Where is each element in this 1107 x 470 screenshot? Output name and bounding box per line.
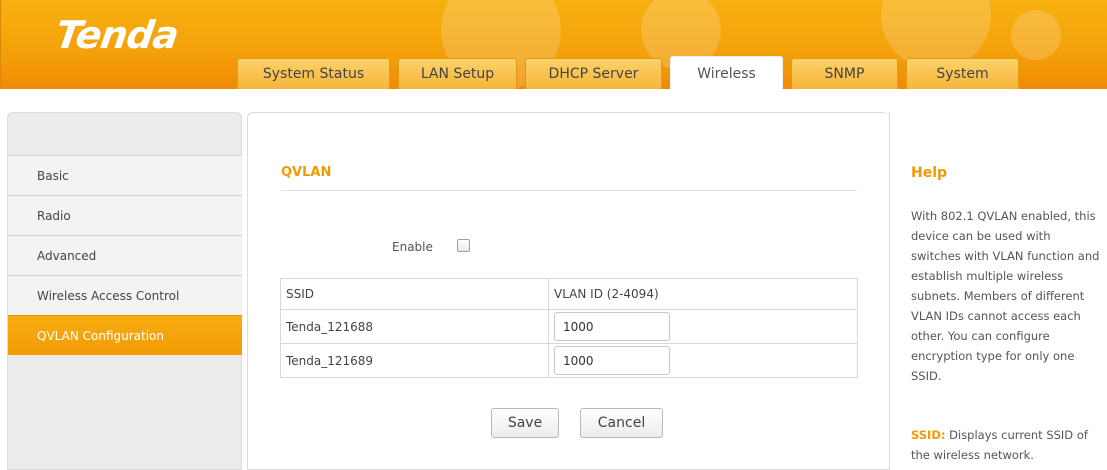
sidebar-item-advanced[interactable]: Advanced xyxy=(8,235,242,275)
tab-wireless[interactable]: Wireless xyxy=(670,56,783,89)
vlan-id-input[interactable] xyxy=(554,346,670,375)
tab-snmp[interactable]: SNMP xyxy=(791,58,898,89)
enable-checkbox[interactable] xyxy=(457,239,470,252)
page-title: QVLAN xyxy=(281,165,332,180)
help-title: Help xyxy=(911,165,948,181)
vlan-id-cell xyxy=(548,309,858,344)
title-divider xyxy=(281,190,857,191)
ssid-cell: Tenda_121689 xyxy=(280,343,549,378)
qvlan-table: SSID VLAN ID (2-4094) Tenda_121688 Tenda… xyxy=(280,278,858,378)
help-ssid-key: SSID: xyxy=(911,428,946,442)
tab-system-status[interactable]: System Status xyxy=(237,58,390,89)
tab-system[interactable]: System xyxy=(906,58,1019,89)
sidebar-item-qvlan-configuration[interactable]: QVLAN Configuration xyxy=(8,315,242,355)
cancel-button[interactable]: Cancel xyxy=(580,408,663,438)
table-row: Tenda_121689 xyxy=(280,343,858,378)
tab-lan-setup[interactable]: LAN Setup xyxy=(398,58,517,89)
help-ssid-description: SSID: Displays current SSID of the wirel… xyxy=(911,425,1101,465)
column-header-ssid: SSID xyxy=(280,278,549,310)
tab-dhcp-server[interactable]: DHCP Server xyxy=(525,58,662,89)
tenda-logo: Tenda xyxy=(52,13,181,57)
sidebar-item-basic[interactable]: Basic xyxy=(8,155,242,195)
sidebar: Basic Radio Advanced Wireless Access Con… xyxy=(7,112,242,470)
table-row: Tenda_121688 xyxy=(280,309,858,344)
header-banner: Tenda System Status LAN Setup DHCP Serve… xyxy=(0,0,1107,89)
decorative-bubble xyxy=(1011,10,1061,60)
column-header-vlan-id: VLAN ID (2-4094) xyxy=(548,278,858,310)
sidebar-item-wireless-access-control[interactable]: Wireless Access Control xyxy=(8,275,242,315)
vlan-id-cell xyxy=(548,343,858,378)
vlan-id-input[interactable] xyxy=(554,312,670,341)
ssid-cell: Tenda_121688 xyxy=(280,309,549,344)
sidebar-item-radio[interactable]: Radio xyxy=(8,195,242,235)
enable-label: Enable xyxy=(392,240,433,254)
help-text: With 802.1 QVLAN enabled, this device ca… xyxy=(911,209,1100,383)
save-button[interactable]: Save xyxy=(491,408,559,438)
table-header-row: SSID VLAN ID (2-4094) xyxy=(280,278,858,310)
